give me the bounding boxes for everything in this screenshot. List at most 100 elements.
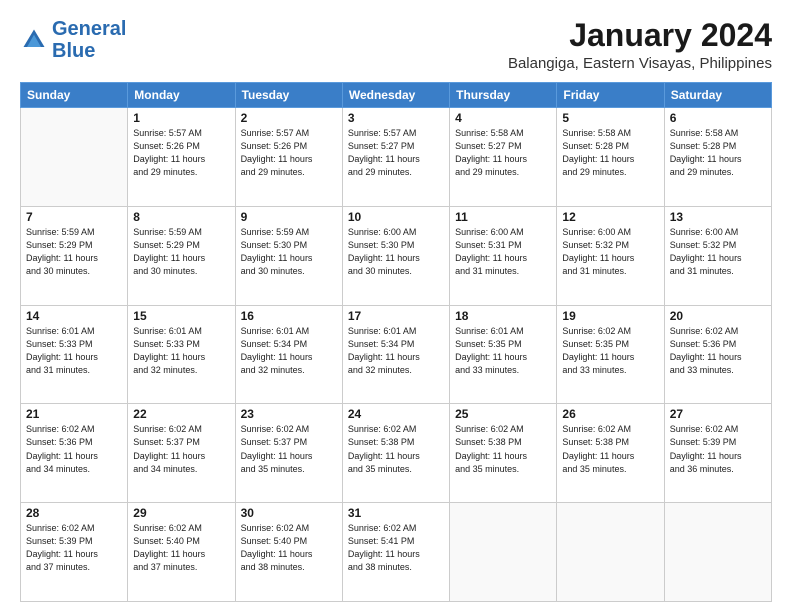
empty-cell [664,503,771,602]
calendar: SundayMondayTuesdayWednesdayThursdayFrid… [20,82,772,602]
weekday-header-wednesday: Wednesday [342,83,449,108]
day-info: Sunrise: 5:59 AM Sunset: 5:29 PM Dayligh… [133,226,229,278]
weekday-header-saturday: Saturday [664,83,771,108]
day-number: 21 [26,407,122,421]
day-number: 19 [562,309,658,323]
weekday-header-friday: Friday [557,83,664,108]
weekday-header-monday: Monday [128,83,235,108]
day-cell-31: 31Sunrise: 6:02 AM Sunset: 5:41 PM Dayli… [342,503,449,602]
day-cell-14: 14 Sunrise: 6:01 AM Sunset: 5:33 PM Dayli… [21,305,128,404]
day-cell-25: 25 Sunrise: 6:02 AM Sunset: 5:38 PM Dayli… [450,404,557,503]
day-info: Sunrise: 6:02 AM Sunset: 5:35 PM Dayligh… [562,325,658,377]
week-row-2: 14 Sunrise: 6:01 AM Sunset: 5:33 PM Dayli… [21,305,772,404]
day-info: Sunrise: 6:02 AM Sunset: 5:39 PM Dayligh… [26,522,122,574]
day-cell-23: 23 Sunrise: 6:02 AM Sunset: 5:37 PM Dayli… [235,404,342,503]
day-info: Sunrise: 6:02 AM Sunset: 5:40 PM Dayligh… [241,522,337,574]
day-info: Sunrise: 6:02 AM Sunset: 5:38 PM Dayligh… [562,423,658,475]
day-number: 23 [241,407,337,421]
day-cell-4: 4 Sunrise: 5:58 AM Sunset: 5:27 PM Daylig… [450,108,557,207]
day-info: Sunrise: 6:02 AM Sunset: 5:40 PM Dayligh… [133,522,229,574]
weekday-header-row: SundayMondayTuesdayWednesdayThursdayFrid… [21,83,772,108]
day-number: 11 [455,210,551,224]
day-cell-27: 27Sunrise: 6:02 AM Sunset: 5:39 PM Dayli… [664,404,771,503]
day-info: Sunrise: 5:57 AM Sunset: 5:26 PM Dayligh… [133,127,229,179]
day-number: 22 [133,407,229,421]
day-cell-11: 11 Sunrise: 6:00 AM Sunset: 5:31 PM Dayli… [450,206,557,305]
day-info: Sunrise: 6:02 AM Sunset: 5:37 PM Dayligh… [133,423,229,475]
day-number: 25 [455,407,551,421]
logo-text: General Blue [52,18,126,62]
day-number: 27 [670,407,766,421]
day-number: 1 [133,111,229,125]
day-number: 8 [133,210,229,224]
logo-line1: General [52,18,126,40]
logo-line2: Blue [52,40,95,62]
week-row-1: 7 Sunrise: 5:59 AM Sunset: 5:29 PM Daylig… [21,206,772,305]
day-number: 26 [562,407,658,421]
day-info: Sunrise: 5:58 AM Sunset: 5:28 PM Dayligh… [562,127,658,179]
day-cell-2: 2 Sunrise: 5:57 AM Sunset: 5:26 PM Daylig… [235,108,342,207]
logo-icon [20,26,48,54]
day-number: 10 [348,210,444,224]
page: General Blue January 2024 Balangiga, Eas… [0,0,792,612]
day-number: 20 [670,309,766,323]
day-cell-13: 13 Sunrise: 6:00 AM Sunset: 5:32 PM Dayli… [664,206,771,305]
day-info: Sunrise: 6:00 AM Sunset: 5:31 PM Dayligh… [455,226,551,278]
day-number: 16 [241,309,337,323]
day-info: Sunrise: 5:59 AM Sunset: 5:29 PM Dayligh… [26,226,122,278]
day-cell-22: 22 Sunrise: 6:02 AM Sunset: 5:37 PM Dayli… [128,404,235,503]
day-number: 4 [455,111,551,125]
week-row-0: 1 Sunrise: 5:57 AM Sunset: 5:26 PM Daylig… [21,108,772,207]
day-info: Sunrise: 6:02 AM Sunset: 5:37 PM Dayligh… [241,423,337,475]
location: Balangiga, Eastern Visayas, Philippines [508,55,772,72]
day-number: 31 [348,506,444,520]
day-number: 12 [562,210,658,224]
day-info: Sunrise: 6:02 AM Sunset: 5:38 PM Dayligh… [348,423,444,475]
empty-cell [450,503,557,602]
day-info: Sunrise: 6:00 AM Sunset: 5:30 PM Dayligh… [348,226,444,278]
month-year: January 2024 [508,18,772,53]
weekday-header-thursday: Thursday [450,83,557,108]
day-number: 6 [670,111,766,125]
day-cell-19: 19 Sunrise: 6:02 AM Sunset: 5:35 PM Dayli… [557,305,664,404]
day-cell-26: 26 Sunrise: 6:02 AM Sunset: 5:38 PM Dayli… [557,404,664,503]
day-info: Sunrise: 5:57 AM Sunset: 5:26 PM Dayligh… [241,127,337,179]
day-cell-10: 10 Sunrise: 6:00 AM Sunset: 5:30 PM Dayli… [342,206,449,305]
header: General Blue January 2024 Balangiga, Eas… [20,18,772,72]
day-cell-8: 8 Sunrise: 5:59 AM Sunset: 5:29 PM Daylig… [128,206,235,305]
day-cell-28: 28Sunrise: 6:02 AM Sunset: 5:39 PM Dayli… [21,503,128,602]
day-cell-15: 15 Sunrise: 6:01 AM Sunset: 5:33 PM Dayli… [128,305,235,404]
day-cell-18: 18Sunrise: 6:01 AM Sunset: 5:35 PM Dayli… [450,305,557,404]
day-cell-3: 3Sunrise: 5:57 AM Sunset: 5:27 PM Daylig… [342,108,449,207]
day-cell-6: 6 Sunrise: 5:58 AM Sunset: 5:28 PM Daylig… [664,108,771,207]
day-info: Sunrise: 6:01 AM Sunset: 5:33 PM Dayligh… [133,325,229,377]
day-number: 5 [562,111,658,125]
day-info: Sunrise: 6:01 AM Sunset: 5:34 PM Dayligh… [241,325,337,377]
day-info: Sunrise: 6:00 AM Sunset: 5:32 PM Dayligh… [670,226,766,278]
day-info: Sunrise: 6:02 AM Sunset: 5:38 PM Dayligh… [455,423,551,475]
day-number: 15 [133,309,229,323]
day-info: Sunrise: 6:01 AM Sunset: 5:35 PM Dayligh… [455,325,551,377]
day-number: 2 [241,111,337,125]
day-cell-24: 24Sunrise: 6:02 AM Sunset: 5:38 PM Dayli… [342,404,449,503]
day-number: 14 [26,309,122,323]
day-info: Sunrise: 5:59 AM Sunset: 5:30 PM Dayligh… [241,226,337,278]
logo: General Blue [20,18,126,62]
day-cell-17: 17Sunrise: 6:01 AM Sunset: 5:34 PM Dayli… [342,305,449,404]
day-cell-9: 9 Sunrise: 5:59 AM Sunset: 5:30 PM Daylig… [235,206,342,305]
day-number: 17 [348,309,444,323]
day-info: Sunrise: 5:58 AM Sunset: 5:28 PM Dayligh… [670,127,766,179]
day-number: 29 [133,506,229,520]
day-info: Sunrise: 6:02 AM Sunset: 5:36 PM Dayligh… [670,325,766,377]
day-info: Sunrise: 6:02 AM Sunset: 5:36 PM Dayligh… [26,423,122,475]
day-number: 7 [26,210,122,224]
day-number: 30 [241,506,337,520]
empty-cell [557,503,664,602]
day-cell-29: 29 Sunrise: 6:02 AM Sunset: 5:40 PM Dayli… [128,503,235,602]
title-block: January 2024 Balangiga, Eastern Visayas,… [508,18,772,72]
weekday-header-tuesday: Tuesday [235,83,342,108]
day-info: Sunrise: 5:58 AM Sunset: 5:27 PM Dayligh… [455,127,551,179]
day-number: 13 [670,210,766,224]
day-number: 9 [241,210,337,224]
day-info: Sunrise: 6:01 AM Sunset: 5:33 PM Dayligh… [26,325,122,377]
